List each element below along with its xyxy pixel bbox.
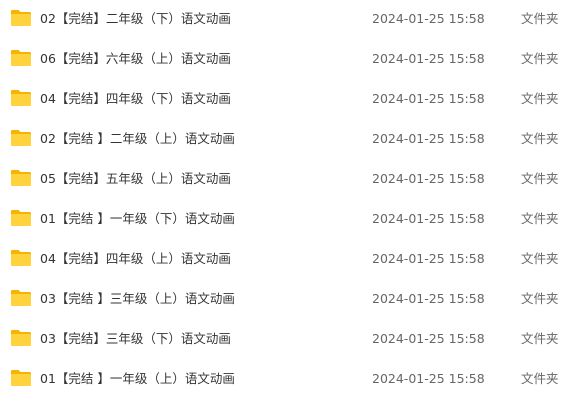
file-type: 文件夹 bbox=[521, 291, 559, 306]
file-type: 文件夹 bbox=[521, 371, 559, 386]
file-list: 02【完结】二年级（下）语文动画 2024-01-25 15:58 文件夹 06… bbox=[0, 0, 582, 407]
file-row[interactable]: 05【完结】五年级（上）语文动画 2024-01-25 15:58 文件夹 bbox=[0, 160, 582, 200]
file-type: 文件夹 bbox=[521, 331, 559, 346]
file-name: 04【完结】四年级（上）语文动画 bbox=[40, 251, 231, 266]
file-type: 文件夹 bbox=[521, 211, 559, 226]
folder-icon bbox=[10, 89, 32, 107]
modified-date: 2024-01-25 15:58 bbox=[372, 11, 485, 26]
file-row[interactable]: 03【完结】三年级（下）语文动画 2024-01-25 15:58 文件夹 bbox=[0, 320, 582, 360]
file-type: 文件夹 bbox=[521, 11, 559, 26]
file-type: 文件夹 bbox=[521, 171, 559, 186]
folder-icon bbox=[10, 249, 32, 267]
file-type: 文件夹 bbox=[521, 91, 559, 106]
file-name: 04【完结】四年级（下）语文动画 bbox=[40, 91, 231, 106]
file-name: 05【完结】五年级（上）语文动画 bbox=[40, 171, 231, 186]
modified-date: 2024-01-25 15:58 bbox=[372, 211, 485, 226]
modified-date: 2024-01-25 15:58 bbox=[372, 91, 485, 106]
folder-icon bbox=[10, 209, 32, 227]
modified-date: 2024-01-25 15:58 bbox=[372, 371, 485, 386]
file-name: 03【完结 】三年级（上）语文动画 bbox=[40, 291, 235, 306]
file-row[interactable]: 02【完结】二年级（下）语文动画 2024-01-25 15:58 文件夹 bbox=[0, 0, 582, 40]
modified-date: 2024-01-25 15:58 bbox=[372, 171, 485, 186]
file-row[interactable]: 03【完结 】三年级（上）语文动画 2024-01-25 15:58 文件夹 bbox=[0, 280, 582, 320]
modified-date: 2024-01-25 15:58 bbox=[372, 251, 485, 266]
file-row[interactable]: 02【完结 】二年级（上）语文动画 2024-01-25 15:58 文件夹 bbox=[0, 120, 582, 160]
file-row[interactable]: 04【完结】四年级（上）语文动画 2024-01-25 15:58 文件夹 bbox=[0, 240, 582, 280]
file-row[interactable]: 04【完结】四年级（下）语文动画 2024-01-25 15:58 文件夹 bbox=[0, 80, 582, 120]
file-row[interactable]: 06【完结】六年级（上）语文动画 2024-01-25 15:58 文件夹 bbox=[0, 40, 582, 80]
modified-date: 2024-01-25 15:58 bbox=[372, 131, 485, 146]
file-name: 03【完结】三年级（下）语文动画 bbox=[40, 331, 231, 346]
file-row[interactable]: 01【完结 】一年级（上）语文动画 2024-01-25 15:58 文件夹 bbox=[0, 360, 582, 400]
modified-date: 2024-01-25 15:58 bbox=[372, 331, 485, 346]
file-type: 文件夹 bbox=[521, 251, 559, 266]
file-type: 文件夹 bbox=[521, 51, 559, 66]
folder-icon bbox=[10, 369, 32, 387]
file-name: 02【完结】二年级（下）语文动画 bbox=[40, 11, 231, 26]
file-row[interactable]: 01【完结 】一年级（下）语文动画 2024-01-25 15:58 文件夹 bbox=[0, 200, 582, 240]
modified-date: 2024-01-25 15:58 bbox=[372, 291, 485, 306]
folder-icon bbox=[10, 289, 32, 307]
file-name: 01【完结 】一年级（下）语文动画 bbox=[40, 211, 235, 226]
folder-icon bbox=[10, 329, 32, 347]
modified-date: 2024-01-25 15:58 bbox=[372, 51, 485, 66]
folder-icon bbox=[10, 169, 32, 187]
file-type: 文件夹 bbox=[521, 131, 559, 146]
folder-icon bbox=[10, 9, 32, 27]
folder-icon bbox=[10, 129, 32, 147]
file-name: 06【完结】六年级（上）语文动画 bbox=[40, 51, 231, 66]
file-name: 01【完结 】一年级（上）语文动画 bbox=[40, 371, 235, 386]
file-name: 02【完结 】二年级（上）语文动画 bbox=[40, 131, 235, 146]
folder-icon bbox=[10, 49, 32, 67]
